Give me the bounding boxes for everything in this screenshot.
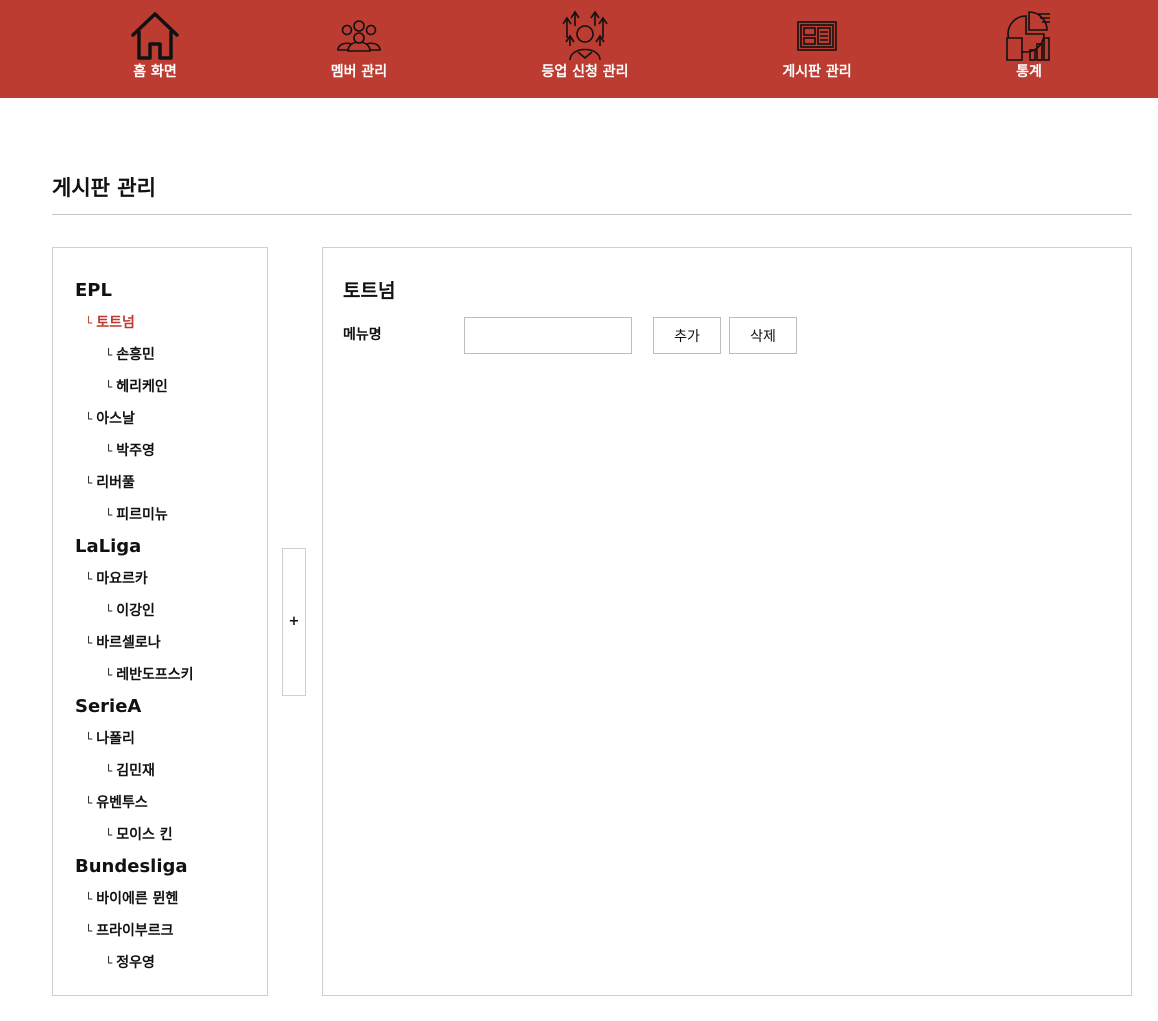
tree-branch-glyph: └ — [85, 412, 93, 426]
tree-branch-glyph: └ — [105, 764, 113, 778]
nav-item-label: 통계 — [1016, 64, 1042, 80]
nav-item-label: 멤버 관리 — [330, 64, 388, 80]
nav-item-statistics[interactable]: 통계 — [959, 8, 1099, 88]
add-button[interactable]: 추가 — [653, 317, 721, 354]
tree-league[interactable]: LaLiga — [75, 536, 141, 557]
tree-player[interactable]: └ 김민재 — [105, 760, 155, 780]
board-tree-panel: EPL └ 토트넘 └ 손흥민 └ 헤리케인 └ 아스날 └ 박주영 └ 리버풀 └ 피르미뉴 LaLiga └… — [52, 247, 268, 996]
tree-player[interactable]: └ 피르미뉴 — [105, 504, 168, 524]
tree-item-label: 피르미뉴 — [116, 507, 168, 523]
tree-player[interactable]: └ 박주영 — [105, 440, 155, 460]
tree-item-label: 토트넘 — [96, 315, 135, 331]
tree-item-label: 유벤투스 — [96, 795, 148, 811]
tree-item-label: 레반도프스키 — [116, 667, 194, 683]
tree-player[interactable]: └ 모이스 킨 — [105, 824, 173, 844]
tree-item-label: 손흥민 — [116, 347, 155, 363]
tree-club[interactable]: └ 나폴리 — [85, 728, 135, 748]
nav-item-upgrade-requests[interactable]: 등업 신청 관리 — [515, 8, 655, 88]
nav-item-label: 홈 화면 — [133, 64, 177, 80]
delete-button[interactable]: 삭제 — [729, 317, 797, 354]
tree-club[interactable]: └ 마요르카 — [85, 568, 148, 588]
tree-item-label: 김민재 — [116, 763, 155, 779]
tree-player[interactable]: └ 손흥민 — [105, 344, 155, 364]
tree-league[interactable]: Bundesliga — [75, 856, 188, 877]
nav-item-members[interactable]: 멤버 관리 — [289, 8, 429, 88]
selected-menu-title: 토트넘 — [343, 280, 396, 302]
top-navigation-bar: 홈 화면 멤버 관리 등업 신청 관리 게시판 관리 통계 — [0, 0, 1158, 98]
tree-branch-glyph: └ — [105, 380, 113, 394]
board-detail-panel: 토트넘 메뉴명 추가 삭제 — [322, 247, 1132, 996]
tree-club[interactable]: └ 리버풀 — [85, 472, 135, 492]
tree-item-label: EPL — [75, 280, 112, 301]
tree-branch-glyph: └ — [85, 924, 93, 938]
tree-branch-glyph: └ — [85, 892, 93, 906]
title-divider — [52, 214, 1132, 215]
tree-branch-glyph: └ — [85, 572, 93, 586]
tree-item-label: 아스날 — [96, 411, 135, 427]
menu-name-label: 메뉴명 — [343, 327, 382, 343]
tree-item-label: 모이스 킨 — [116, 827, 173, 843]
tree-branch-glyph: └ — [105, 828, 113, 842]
tree-item-label: 박주영 — [116, 443, 155, 459]
tree-player[interactable]: └ 정우영 — [105, 952, 155, 972]
board-icon — [747, 8, 887, 62]
home-icon — [85, 8, 225, 62]
tree-item-label: 리버풀 — [96, 475, 135, 491]
tree-player[interactable]: └ 헤리케인 — [105, 376, 168, 396]
tree-player[interactable]: └ 레반도프스키 — [105, 664, 194, 684]
tree-branch-glyph: └ — [85, 476, 93, 490]
tree-branch-glyph: └ — [105, 604, 113, 618]
add-menu-button[interactable]: + — [282, 548, 306, 696]
tree-club[interactable]: └ 바르셀로나 — [85, 632, 161, 652]
tree-item-label: 헤리케인 — [116, 379, 168, 395]
tree-item-label: 정우영 — [116, 955, 155, 971]
tree-item-label: LaLiga — [75, 536, 142, 557]
tree-player[interactable]: └ 이강인 — [105, 600, 155, 620]
tree-club[interactable]: └ 바이에른 뮌헨 — [85, 888, 178, 908]
tree-branch-glyph: └ — [105, 444, 113, 458]
tree-item-label: 프라이부르크 — [96, 923, 174, 939]
tree-branch-glyph: └ — [105, 508, 113, 522]
tree-item-label: 바이에른 뮌헨 — [96, 891, 179, 907]
tree-item-label: 바르셀로나 — [96, 635, 161, 651]
tree-club[interactable]: └ 아스날 — [85, 408, 135, 428]
tree-branch-glyph: └ — [105, 348, 113, 362]
members-icon — [289, 8, 429, 62]
page-title: 게시판 관리 — [52, 176, 156, 200]
statistics-icon — [959, 8, 1099, 62]
tree-branch-glyph: └ — [85, 316, 93, 330]
tree-league[interactable]: SerieA — [75, 696, 141, 717]
tree-branch-glyph: └ — [85, 732, 93, 746]
tree-branch-glyph: └ — [85, 796, 93, 810]
tree-item-label: Bundesliga — [75, 856, 188, 877]
tree-branch-glyph: └ — [105, 668, 113, 682]
nav-item-board-management[interactable]: 게시판 관리 — [747, 8, 887, 88]
tree-branch-glyph: └ — [85, 636, 93, 650]
tree-club[interactable]: └ 프라이부르크 — [85, 920, 174, 940]
nav-item-label: 등업 신청 관리 — [541, 64, 629, 80]
tree-item-label: 나폴리 — [96, 731, 135, 747]
nav-item-label: 게시판 관리 — [782, 64, 852, 80]
nav-item-home[interactable]: 홈 화면 — [85, 8, 225, 88]
tree-item-label: SerieA — [75, 696, 142, 717]
tree-league[interactable]: EPL — [75, 280, 112, 301]
tree-branch-glyph: └ — [105, 956, 113, 970]
tree-item-label: 이강인 — [116, 603, 155, 619]
tree-club[interactable]: └ 토트넘 — [85, 312, 135, 332]
tree-item-label: 마요르카 — [96, 571, 148, 587]
upgrade-request-icon — [515, 8, 655, 62]
menu-name-input[interactable] — [464, 317, 632, 354]
tree-club[interactable]: └ 유벤투스 — [85, 792, 148, 812]
